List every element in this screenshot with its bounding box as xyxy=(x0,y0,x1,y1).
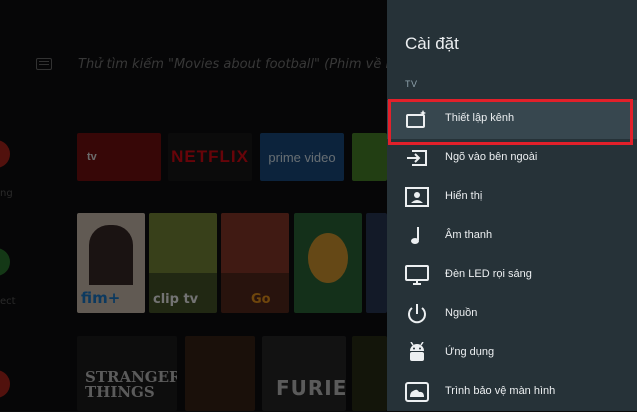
menu-item-label: Hiển thị xyxy=(445,190,483,202)
poster-logo: fim+ xyxy=(81,289,121,307)
menu-item-label: Thiết lập kênh xyxy=(445,112,515,124)
menu-item-external-input[interactable]: Ngõ vào bên ngoài xyxy=(387,139,637,178)
movie-tile[interactable] xyxy=(185,336,255,411)
home-screen-background: Thử tìm kiếm "Movies about football" (Ph… xyxy=(0,0,387,411)
app-tile-label: NETFLIX xyxy=(171,147,249,166)
input-icon xyxy=(405,147,429,169)
movie-furie[interactable]: FURIE xyxy=(262,336,346,411)
side-app-label: ect xyxy=(0,296,16,307)
led-monitor-icon xyxy=(405,264,429,286)
person-image xyxy=(89,225,133,285)
menu-item-label: Ứng dụng xyxy=(445,346,495,358)
poster-logo: clip tv xyxy=(153,292,199,307)
panel-title: Cài đặt xyxy=(405,34,459,53)
side-app-icon[interactable] xyxy=(0,248,10,276)
menu-item-label: Trình bảo vệ màn hình xyxy=(445,385,556,397)
keyboard-icon[interactable] xyxy=(36,58,52,70)
app-tile-label: tv xyxy=(87,151,97,163)
poster-logo: Go xyxy=(251,292,271,307)
poster-art xyxy=(149,213,217,273)
app-tile-label: prime video xyxy=(268,149,336,165)
menu-item-power[interactable]: Nguồn xyxy=(387,295,637,334)
menu-item-screensaver[interactable]: Trình bảo vệ màn hình xyxy=(387,373,637,412)
android-icon xyxy=(405,342,429,364)
menu-item-label: Ngõ vào bên ngoài xyxy=(445,151,538,163)
menu-item-display[interactable]: Hiển thị xyxy=(387,178,637,217)
settings-panel: Cài đặt TV Thiết lập kênh Ngõ vào bên ng… xyxy=(387,0,637,411)
poster-art xyxy=(221,213,289,273)
menu-item-channel-setup[interactable]: Thiết lập kênh xyxy=(387,100,637,139)
app-tile-prime-video[interactable]: prime video xyxy=(260,133,344,181)
poster-clip-tv[interactable]: clip tv xyxy=(149,213,217,313)
poster-partial[interactable] xyxy=(366,213,387,313)
movie-tile-partial[interactable] xyxy=(352,336,387,411)
cartoon-image xyxy=(308,233,348,283)
side-app-label: ng xyxy=(0,188,13,199)
screensaver-icon xyxy=(405,381,429,403)
menu-item-led-light[interactable]: Đèn LED rọi sáng xyxy=(387,256,637,295)
channel-setup-icon xyxy=(405,108,429,130)
movie-title: STRANGER THINGS xyxy=(85,368,177,401)
search-hint[interactable]: Thử tìm kiếm "Movies about football" (Ph… xyxy=(78,57,387,72)
menu-item-sound[interactable]: Âm thanh xyxy=(387,217,637,256)
poster-kids[interactable] xyxy=(294,213,362,313)
menu-item-label: Âm thanh xyxy=(445,229,493,241)
display-icon xyxy=(405,186,429,208)
side-app-icon[interactable] xyxy=(0,370,10,398)
poster-go[interactable]: Go xyxy=(221,213,289,313)
app-tile-netflix[interactable]: NETFLIX xyxy=(168,133,252,181)
section-header-tv: TV xyxy=(405,79,418,89)
app-tile-tv[interactable]: tv xyxy=(77,133,161,181)
poster-fim-plus[interactable]: fim+ xyxy=(77,213,145,313)
app-tile-partial[interactable] xyxy=(352,133,387,181)
power-icon xyxy=(405,303,429,325)
movie-stranger-things[interactable]: STRANGER THINGS xyxy=(77,336,177,411)
menu-item-apps[interactable]: Ứng dụng xyxy=(387,334,637,373)
side-app-icon[interactable] xyxy=(0,140,10,168)
menu-item-label: Nguồn xyxy=(445,307,478,319)
movie-title: FURIE xyxy=(276,376,346,400)
menu-item-label: Đèn LED rọi sáng xyxy=(445,268,532,280)
music-note-icon xyxy=(405,225,429,247)
